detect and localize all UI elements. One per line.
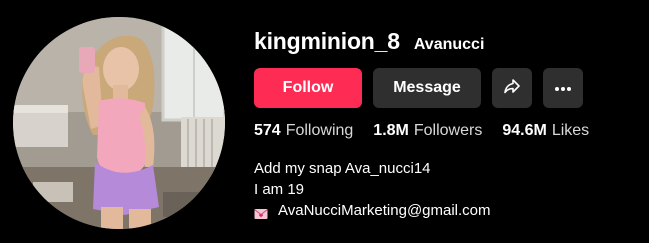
- profile-names: kingminion_8 Avanucci: [254, 28, 484, 55]
- love-letter-icon: [254, 205, 268, 219]
- following-count: 574: [254, 122, 281, 139]
- bio-line: Add my snap Ava_nucci14: [254, 160, 431, 177]
- bio-line: I am 19: [254, 181, 305, 198]
- follow-button[interactable]: Follow: [254, 68, 362, 108]
- likes-label: Likes: [551, 122, 590, 139]
- nickname: Avanucci: [413, 36, 485, 53]
- profile-actions: Follow Message: [254, 68, 583, 108]
- share-button[interactable]: [492, 68, 532, 108]
- bio-email: AvaNucciMarketing@gmail.com: [278, 202, 491, 219]
- share-arrow-icon: [503, 77, 521, 100]
- profile-stats: 574 Following 1.8M Followers 94.6M Likes: [254, 122, 589, 140]
- stat-followers[interactable]: 1.8M Followers: [373, 122, 482, 140]
- more-horizontal-icon: [554, 79, 572, 97]
- followers-count: 1.8M: [373, 122, 409, 139]
- profile-bio: Add my snap Ava_nucci14 I am 19 AvaNucci…: [254, 158, 491, 221]
- more-options-button[interactable]: [543, 68, 583, 108]
- profile-info: kingminion_8 Avanucci Follow Message 574…: [254, 0, 649, 243]
- followers-label: Followers: [413, 122, 483, 139]
- likes-count: 94.6M: [502, 122, 547, 139]
- stat-following[interactable]: 574 Following: [254, 122, 353, 140]
- profile-avatar[interactable]: [13, 17, 225, 229]
- bio-email-line: AvaNucciMarketing@gmail.com: [254, 200, 491, 221]
- message-button[interactable]: Message: [373, 68, 481, 108]
- username: kingminion_8: [254, 28, 400, 54]
- following-label: Following: [285, 122, 354, 139]
- stat-likes: 94.6M Likes: [502, 122, 589, 140]
